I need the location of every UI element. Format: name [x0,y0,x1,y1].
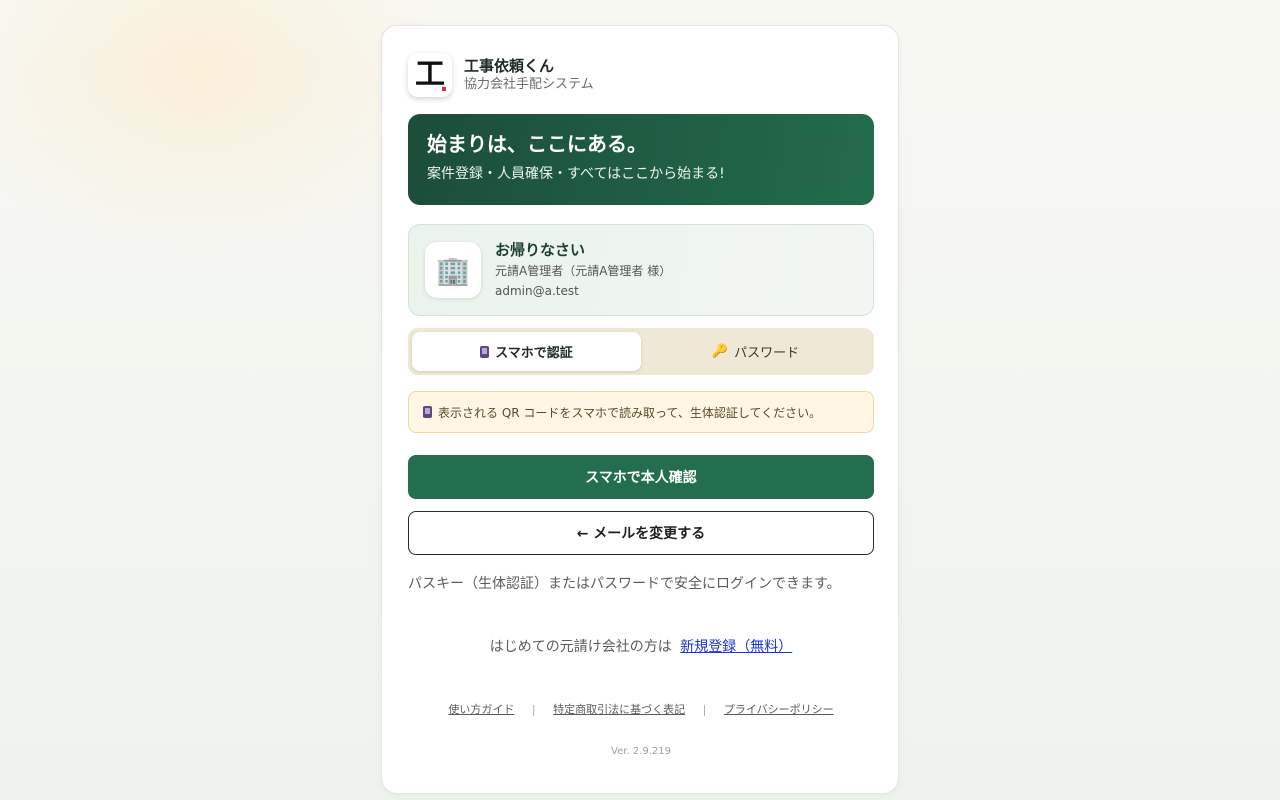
footer-link-guide[interactable]: 使い方ガイド [448,703,514,716]
register-prompt-text: はじめての元請け会社の方は [489,639,672,655]
app-subtitle: 協力会社手配システム [464,77,594,92]
tab-password[interactable]: 🔑 パスワード [641,332,870,371]
version-label: Ver. 2.9.219 [611,746,671,757]
logo-glyph: 工 [415,57,445,92]
brand-text: 工事依頼くん 協力会社手配システム [464,56,594,94]
hero-banner: 始まりは、ここにある。 案件登録・人員確保・すべてはここから始まる! [408,114,874,205]
welcome-organization: 元請A管理者（元請A管理者 様） [495,264,672,278]
verify-with-phone-button[interactable]: スマホで本人確認 [408,455,874,499]
tab-label: パスワード [734,346,800,361]
hero-subtitle: 案件登録・人員確保・すべてはここから始まる! [427,166,725,182]
auth-method-tabs: スマホで認証 🔑 パスワード [408,328,874,375]
app-logo: 工 [408,53,452,97]
building-icon: 🏢 [425,242,481,298]
phone-icon [480,345,490,358]
welcome-email: admin@a.test [495,284,579,298]
change-email-button[interactable]: ← メールを変更する [408,511,874,555]
welcome-title: お帰りなさい [495,241,586,259]
footer-separator: | [531,703,536,716]
footer-separator: | [702,703,707,716]
brand-header: 工 工事依頼くん 協力会社手配システム [408,53,594,97]
footer-link-privacy[interactable]: プライバシーポリシー [724,703,834,716]
app-name: 工事依頼くん [464,57,555,75]
notice-text: 表示される QR コードをスマホで読み取って、生体認証してください。 [438,405,822,420]
register-prompt: はじめての元請け会社の方は 新規登録（無料） [382,637,900,657]
footer-links: 使い方ガイド | 特定商取引法に基づく表記 | プライバシーポリシー [382,701,900,717]
key-icon: 🔑 [711,344,729,359]
welcome-text: お帰りなさい 元請A管理者（元請A管理者 様） admin@a.test [495,240,671,300]
security-info-text: パスキー（生体認証）またはパスワードで安全にログインできます。 [408,576,841,592]
tab-smartphone-auth[interactable]: スマホで認証 [412,332,641,371]
welcome-panel: 🏢 お帰りなさい 元請A管理者（元請A管理者 様） admin@a.test [408,224,874,316]
login-card: 工 工事依頼くん 協力会社手配システム 始まりは、ここにある。 案件登録・人員確… [381,25,899,794]
footer-link-legal[interactable]: 特定商取引法に基づく表記 [553,703,685,716]
hero-title: 始まりは、ここにある。 [427,132,647,156]
qr-notice: 表示される QR コードをスマホで読み取って、生体認証してください。 [408,391,874,433]
register-link[interactable]: 新規登録（無料） [680,639,792,655]
phone-icon [423,406,432,418]
tab-label: スマホで認証 [495,346,573,361]
logo-red-dot [442,87,446,91]
